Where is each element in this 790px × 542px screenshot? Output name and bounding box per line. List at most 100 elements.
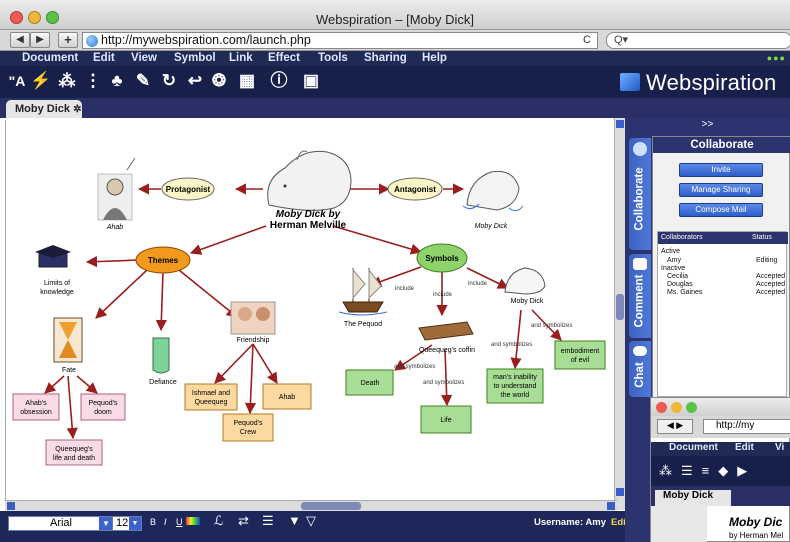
add-bookmark-button[interactable]: + — [58, 32, 78, 48]
link-label: include — [468, 281, 488, 287]
reload-icon[interactable]: C — [583, 33, 591, 48]
undo-icon[interactable]: ↩ — [184, 71, 206, 91]
evil-node[interactable] — [554, 340, 606, 370]
url-text: http://mywebspiration.com/launch.php — [101, 33, 311, 47]
search-input[interactable]: Q▾ — [606, 32, 790, 49]
limits-label-line1: Limits of — [44, 280, 70, 287]
scroll-thumb-horizontal[interactable] — [301, 502, 361, 510]
menu-help[interactable]: Help — [422, 52, 447, 64]
sub-menu-document[interactable]: Document — [669, 442, 718, 453]
pequods-crew-node[interactable] — [222, 413, 274, 442]
note-icon[interactable]: ✎ — [132, 71, 154, 91]
diagram-canvas[interactable]: include include include and symbolizes a… — [5, 120, 621, 500]
tab-moby-dick[interactable]: Moby Dick ✲ — [6, 100, 82, 118]
fill-icon[interactable]: ▼ — [288, 513, 301, 528]
collaborator-name[interactable]: Amy — [667, 257, 681, 264]
border-icon[interactable]: ▽ — [306, 513, 316, 529]
manage-sharing-button[interactable]: Manage Sharing — [679, 183, 763, 197]
pequods-doom-node[interactable] — [80, 393, 126, 421]
collaborator-name[interactable]: Douglas — [667, 281, 693, 288]
view-icon[interactable]: ▣ — [300, 71, 322, 91]
sub-menu-edit[interactable]: Edit — [735, 442, 754, 453]
tab-comment-label: Comment — [634, 274, 646, 328]
logo-text: Webspiration — [646, 70, 777, 95]
column-status: Status — [752, 234, 772, 241]
scroll-thumb[interactable] — [616, 294, 624, 320]
font-size-select[interactable]: 12 ▼ — [112, 516, 142, 531]
sub-outline-title: Moby Dic — [729, 515, 783, 529]
bold-button[interactable]: B — [150, 517, 156, 527]
menu-document[interactable]: Document — [22, 52, 78, 64]
color-swatch-icon[interactable] — [186, 517, 200, 525]
ahabs-obsession-line1: Ahab's — [25, 400, 47, 407]
menu-edit[interactable]: Edit — [93, 52, 115, 64]
tab-comment[interactable]: Comment — [629, 254, 651, 338]
sub-tab-moby-dick[interactable]: Moby Dick — [655, 490, 731, 506]
chevron-down-icon: ▼ — [129, 517, 141, 530]
sub-url-input[interactable]: http://my — [703, 419, 790, 434]
menu-tools[interactable]: Tools — [318, 52, 348, 64]
text-size-icon[interactable]: "A — [6, 71, 28, 91]
arrange-icon[interactable]: ♣ — [106, 71, 128, 91]
link-icon[interactable]: ↻ — [158, 71, 180, 91]
url-input[interactable]: http://mywebspiration.com/launch.php C — [82, 32, 598, 49]
swap-icon[interactable]: ⇄ — [238, 513, 249, 529]
line-style-icon[interactable]: ☰ — [262, 513, 274, 529]
invite-button[interactable]: Invite — [679, 163, 763, 177]
inability-line3: the world — [501, 392, 530, 399]
group-active: Active — [661, 248, 681, 255]
evil-line2: of evil — [571, 357, 590, 364]
collaborator-name[interactable]: Ms. Gaines — [667, 289, 702, 296]
info-icon[interactable]: ⓘ — [268, 71, 290, 91]
friendship-photo-image — [230, 301, 276, 335]
themes-label: Themes — [148, 256, 179, 265]
pequods-doom-line1: Pequod's — [89, 400, 118, 407]
scroll-right-icon[interactable] — [607, 502, 615, 510]
menu-effect[interactable]: Effect — [268, 52, 300, 64]
symbols-icon[interactable]: ❂ — [208, 71, 230, 91]
ahabs-obsession-node[interactable] — [12, 393, 60, 421]
collaborate-panel: Collaborate Invite Manage Sharing Compos… — [652, 136, 790, 400]
layout-icon[interactable]: ▦ — [236, 71, 258, 91]
hand-image — [152, 337, 170, 374]
sub-close-button[interactable] — [656, 402, 667, 413]
scroll-up-icon[interactable] — [616, 120, 624, 128]
link-style-icon[interactable]: ℒ — [214, 513, 223, 529]
italic-button[interactable]: I — [164, 517, 167, 527]
ishmael-queequeg-node[interactable] — [184, 383, 238, 411]
scroll-left-icon[interactable] — [7, 502, 15, 510]
menu-sharing[interactable]: Sharing — [364, 52, 407, 64]
link-label: and symbolizes — [491, 342, 532, 348]
create-icon[interactable]: ⁂ — [56, 71, 78, 91]
tab-chat[interactable]: Chat — [629, 341, 651, 397]
font-select[interactable]: Arial ▼ — [8, 516, 114, 531]
symbols-label: Symbols — [425, 254, 459, 263]
status-dots-icon: ●●● — [766, 53, 786, 63]
sub-minimize-button[interactable] — [671, 402, 682, 413]
sub-outline-byline: by Herman Mel — [729, 531, 784, 540]
link-label: include — [433, 292, 453, 298]
menu-link[interactable]: Link — [229, 52, 253, 64]
vertical-scrollbar[interactable] — [614, 118, 625, 510]
rapid-fire-icon[interactable]: ⚡ — [30, 71, 52, 91]
pequods-crew-line2: Crew — [240, 429, 257, 436]
collaborate-title: Collaborate — [653, 137, 790, 153]
back-button[interactable]: ◀ — [10, 32, 30, 48]
outline-icon[interactable]: ⋮ — [82, 71, 104, 91]
sub-zoom-button[interactable] — [686, 402, 697, 413]
link-label: include — [395, 286, 415, 292]
menu-symbol[interactable]: Symbol — [174, 52, 216, 64]
forward-button[interactable]: ▶ — [30, 32, 50, 48]
menu-view[interactable]: View — [131, 52, 157, 64]
collaborator-name[interactable]: Cecilia — [667, 273, 688, 280]
compose-mail-button[interactable]: Compose Mail — [679, 203, 763, 217]
sub-back-button[interactable]: ◀ ▶ — [657, 419, 693, 434]
horizontal-scrollbar[interactable] — [5, 500, 617, 511]
panel-collapse-button[interactable]: >> — [625, 119, 790, 130]
underline-button[interactable]: U — [176, 517, 183, 527]
tab-collaborate[interactable]: Collaborate — [629, 138, 651, 250]
sub-menu-view[interactable]: Vi — [775, 442, 784, 453]
gear-icon[interactable]: ✲ — [73, 104, 81, 115]
inability-line1: man's inability — [493, 374, 537, 381]
scroll-down-icon[interactable] — [616, 488, 624, 496]
